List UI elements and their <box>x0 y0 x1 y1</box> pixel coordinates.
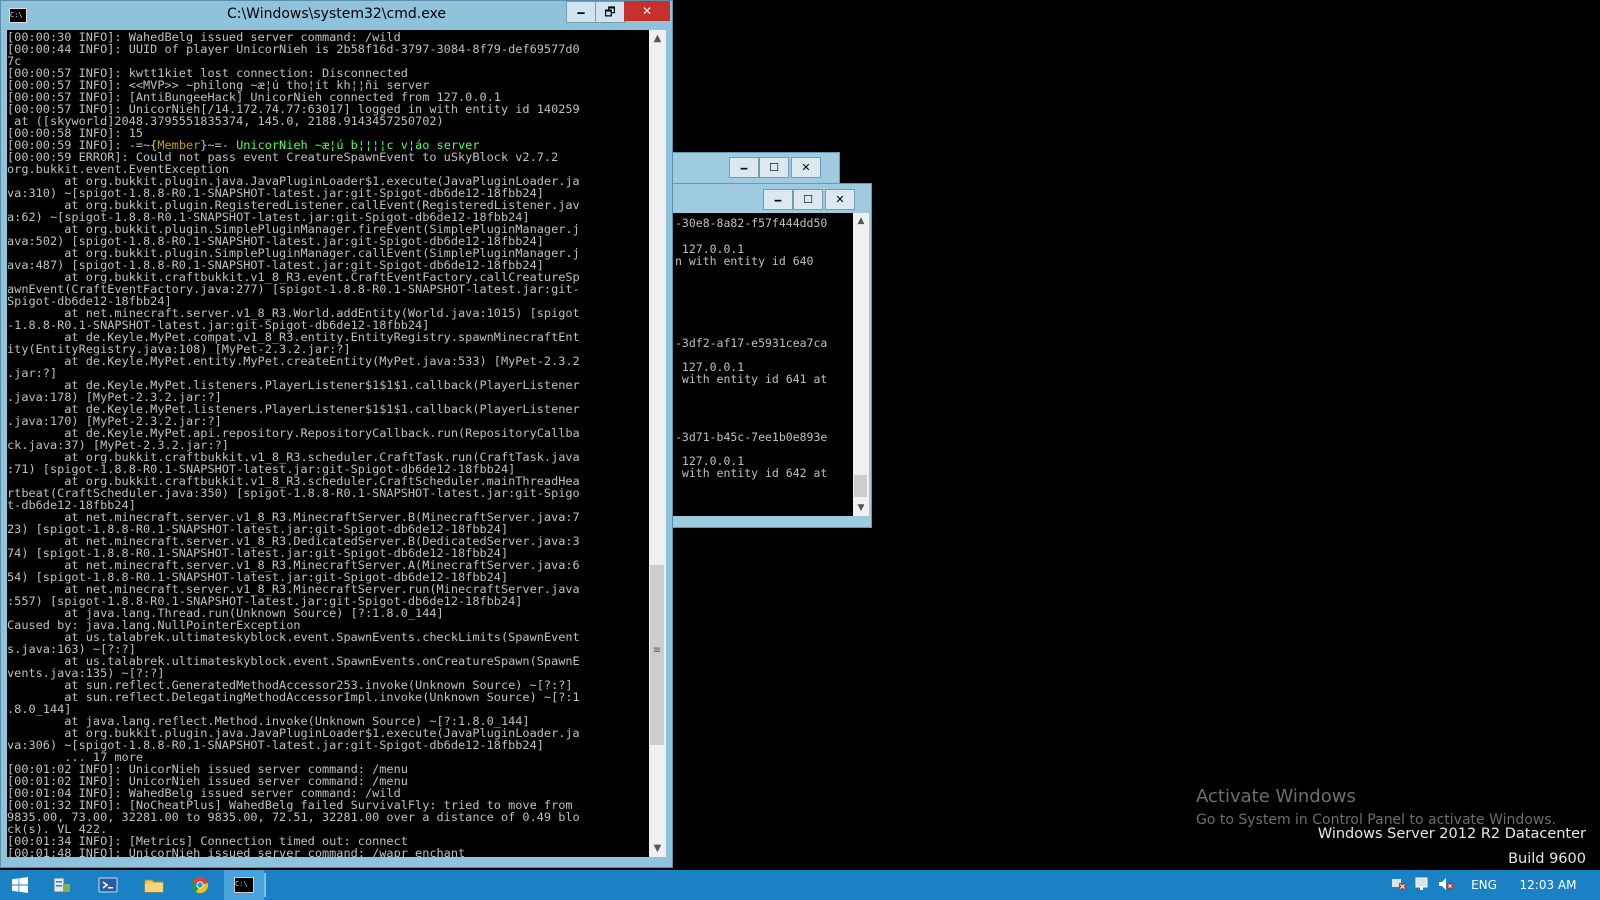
close-icon[interactable]: ✕ <box>791 157 821 178</box>
minimize-icon: 🗕 <box>576 5 586 19</box>
powershell-icon <box>98 877 118 893</box>
console-line: with entity id 642 at <box>675 466 828 480</box>
console-line: n with entity id 640 <box>675 254 814 268</box>
scrollbar-grip-icon: ≡ <box>652 645 662 656</box>
scroll-up-icon[interactable]: ▲ <box>649 30 666 47</box>
cmd-taskbar-button[interactable]: C:\ <box>224 870 264 900</box>
input-language-indicator[interactable]: ENG <box>1458 878 1510 892</box>
cmd-icon: C:\ <box>234 877 254 893</box>
vertical-scrollbar[interactable]: ▲ ≡ ▼ <box>649 30 666 857</box>
console-line: with entity id 641 at <box>675 372 828 386</box>
close-button[interactable]: ✕ <box>624 1 670 21</box>
window-titlebar[interactable]: C:\ C:\Windows\system32\cmd.exe 🗕 🗗 ✕ <box>1 1 672 29</box>
taskbar: C:\ ENG 12:03 AM <box>0 870 1600 900</box>
server-manager-button[interactable] <box>42 870 82 900</box>
background-console-output: -30e8-8a82-f57f444dd50 127.0.0.1 n with … <box>673 213 853 516</box>
close-icon: ✕ <box>641 4 653 18</box>
cmd-window[interactable]: C:\ C:\Windows\system32\cmd.exe 🗕 🗗 ✕ [0… <box>0 0 673 868</box>
console-line: [00:01:48 INFO]: UnicorNieh issued serve… <box>7 846 466 857</box>
start-button[interactable] <box>0 870 40 900</box>
scroll-up-icon[interactable]: ▲ <box>853 213 869 229</box>
console-log: [00:00:30 INFO]: WahedBelg issued server… <box>7 30 580 857</box>
folder-icon <box>144 879 164 893</box>
powershell-button[interactable] <box>88 870 128 900</box>
network-status-icon[interactable] <box>1388 877 1410 894</box>
activate-windows-title: Activate Windows <box>1196 786 1356 807</box>
background-console-window-top[interactable]: 🗕 ☐ ✕ <box>672 152 840 185</box>
scroll-down-icon[interactable]: ▼ <box>649 840 666 857</box>
taskbar-stacked-indicator <box>264 873 266 897</box>
console-line: [00:00:44 INFO]: UUID of player UnicorNi… <box>7 42 580 56</box>
volume-muted-icon[interactable] <box>1434 877 1458 894</box>
minimize-icon[interactable]: 🗕 <box>729 157 759 178</box>
file-explorer-button[interactable] <box>134 870 174 900</box>
chrome-button[interactable] <box>180 870 220 900</box>
scrollbar-thumb[interactable]: ≡ <box>650 565 664 745</box>
console-line: -30e8-8a82-f57f444dd50 <box>675 216 828 230</box>
chrome-icon <box>191 877 209 894</box>
scrollbar-thumb[interactable] <box>854 475 867 497</box>
restore-button[interactable]: 🗗 <box>595 1 625 23</box>
minimize-icon[interactable]: 🗕 <box>763 189 793 210</box>
minimize-button[interactable]: 🗕 <box>566 1 596 23</box>
close-icon[interactable]: ✕ <box>825 189 855 210</box>
taskbar-clock[interactable]: 12:03 AM <box>1510 878 1586 892</box>
console-line: at sun.reflect.DelegatingMethodAccessorI… <box>7 690 580 704</box>
server-manager-icon <box>53 877 70 893</box>
network-icon[interactable] <box>1410 877 1434 894</box>
restore-icon: 🗗 <box>604 5 616 19</box>
system-tray: ENG 12:03 AM <box>1388 870 1586 900</box>
scroll-down-icon[interactable]: ▼ <box>853 500 869 516</box>
os-edition-label: Windows Server 2012 R2 Datacenter <box>1317 826 1586 842</box>
console-output[interactable]: [00:00:30 INFO]: WahedBelg issued server… <box>7 30 649 857</box>
console-line: -3df2-af17-e5931cea7ca <box>675 336 828 350</box>
os-build-label: Build 9600 <box>1508 851 1586 867</box>
windows-logo-icon <box>12 877 28 893</box>
vertical-scrollbar[interactable]: ▲ ▼ <box>853 213 869 516</box>
background-console-window[interactable]: 🗕 ☐ ✕ -30e8-8a82-f57f444dd50 127.0.0.1 n… <box>672 183 872 528</box>
console-line: at de.Keyle.MyPet.entity.MyPet.createEnt… <box>7 354 580 368</box>
console-line: -3d71-b45c-7ee1b0e893e <box>675 430 828 444</box>
maximize-icon[interactable]: ☐ <box>793 189 823 210</box>
maximize-icon[interactable]: ☐ <box>759 157 789 178</box>
